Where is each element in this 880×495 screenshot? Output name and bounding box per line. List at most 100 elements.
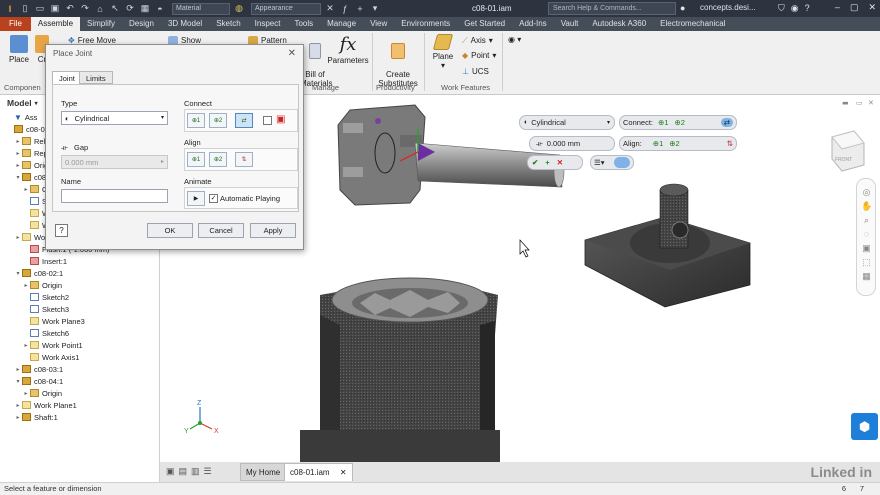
mini-more-button[interactable] bbox=[614, 157, 630, 168]
expand-toggle-icon[interactable]: ▾ bbox=[14, 378, 22, 385]
browser-tree-node[interactable]: Sketch6 bbox=[0, 327, 159, 339]
mini-align-1-button[interactable]: ⊕1 bbox=[653, 139, 663, 148]
panel-label-component[interactable]: Componen bbox=[4, 83, 41, 92]
viewport-restore-icon[interactable]: ▭ bbox=[856, 99, 863, 107]
tile-icon[interactable]: ▣ bbox=[166, 466, 175, 477]
tab-add-ins[interactable]: Add-Ins bbox=[512, 17, 554, 31]
viewcube[interactable]: FRONT bbox=[831, 130, 865, 172]
redo-icon[interactable]: ↷ bbox=[79, 3, 91, 15]
expand-toggle-icon[interactable]: ▸ bbox=[22, 186, 30, 193]
tab-simplify[interactable]: Simplify bbox=[80, 17, 122, 31]
pan-icon[interactable]: ✋ bbox=[861, 199, 872, 213]
save-icon[interactable]: ▣ bbox=[49, 3, 61, 15]
browser-tree-node[interactable]: Work Plane3 bbox=[0, 315, 159, 327]
window-list-icon[interactable]: ☰ bbox=[204, 466, 212, 477]
mini-connect-1-button[interactable]: ⊕1 bbox=[658, 118, 668, 127]
app-logo-icon[interactable]: I bbox=[4, 3, 16, 15]
place-button[interactable]: Place bbox=[6, 35, 32, 64]
a360-share-icon[interactable]: ⬢ bbox=[851, 413, 878, 440]
ribbon-options-button[interactable]: ◉ ▾ bbox=[508, 35, 521, 44]
measure-icon[interactable]: ▦ bbox=[139, 3, 151, 15]
tab-view[interactable]: View bbox=[363, 17, 394, 31]
tab-environments[interactable]: Environments bbox=[394, 17, 457, 31]
panel-label-manage[interactable]: Manage bbox=[312, 83, 339, 92]
look-at-icon[interactable]: ▣ bbox=[861, 241, 872, 255]
mini-gap-input[interactable]: ⟛ 0.000 mm bbox=[529, 136, 615, 151]
tab-my-home[interactable]: My Home bbox=[240, 463, 287, 481]
tab-file[interactable]: File bbox=[0, 17, 31, 31]
user-account[interactable]: concepts.desi... bbox=[700, 3, 756, 12]
tab-manage[interactable]: Manage bbox=[320, 17, 363, 31]
apply-plus-icon[interactable]: + bbox=[545, 158, 549, 167]
expand-toggle-icon[interactable]: ▸ bbox=[22, 282, 30, 289]
viewport-minimize-icon[interactable]: ▬ bbox=[842, 99, 849, 107]
lock-checkbox[interactable] bbox=[263, 116, 272, 125]
expand-toggle-icon[interactable]: ▸ bbox=[14, 234, 22, 241]
a360-icon[interactable]: ◉ bbox=[791, 3, 799, 14]
material-combo[interactable]: Material bbox=[172, 2, 230, 15]
name-input[interactable] bbox=[61, 189, 168, 203]
base-bracket-part[interactable] bbox=[584, 183, 751, 308]
align-1-button[interactable]: ⊕ 1 bbox=[187, 152, 205, 167]
browser-tree-node[interactable]: ▸ c08-03:1 bbox=[0, 363, 159, 375]
browser-tree-node[interactable]: ▸ Work Point1 bbox=[0, 339, 159, 351]
connect-origin-1-button[interactable]: ⊕ 1 bbox=[187, 113, 205, 128]
ok-button[interactable]: OK bbox=[147, 223, 193, 238]
create-substitutes-button[interactable]: Create Substitutes bbox=[377, 34, 419, 88]
ok-check-icon[interactable]: ✔ bbox=[532, 158, 538, 167]
expand-toggle-icon[interactable]: ▸ bbox=[14, 402, 22, 409]
browser-tree-node[interactable]: ▾ c08-02:1 bbox=[0, 267, 159, 279]
tab-c08-01[interactable]: c08-01.iam ✕ bbox=[284, 463, 353, 481]
expand-toggle-icon[interactable]: ▸ bbox=[22, 342, 30, 349]
tab-inspect[interactable]: Inspect bbox=[248, 17, 288, 31]
type-dropdown[interactable]: ◐ Cylindrical ▾ bbox=[61, 111, 168, 125]
zoom-icon[interactable]: ⌕ bbox=[861, 213, 872, 227]
expand-toggle-icon[interactable]: ▾ bbox=[14, 270, 22, 277]
point-button[interactable]: ◆ Point ▾ bbox=[462, 51, 496, 60]
tab-3d-model[interactable]: 3D Model bbox=[161, 17, 209, 31]
apply-button[interactable]: Apply bbox=[250, 223, 296, 238]
add-icon[interactable]: + bbox=[354, 3, 366, 15]
orbit-icon[interactable]: ◌ bbox=[861, 227, 872, 241]
parameters-button[interactable]: fx Parameters bbox=[326, 34, 370, 65]
help-icon[interactable]: ? bbox=[805, 3, 810, 14]
update-icon[interactable]: ⟳ bbox=[124, 3, 136, 15]
help-search-input[interactable]: Search Help & Commands... bbox=[548, 2, 676, 15]
connect-origin-2-button[interactable]: ⊕ 2 bbox=[209, 113, 227, 128]
expand-toggle-icon[interactable]: ▸ bbox=[14, 150, 22, 157]
mini-flip-button[interactable]: ⇄ bbox=[720, 118, 733, 127]
appearance-combo[interactable]: Appearance bbox=[251, 2, 321, 15]
fx-icon[interactable]: ƒ bbox=[339, 3, 351, 15]
mini-align-flip-button[interactable]: ⇅ bbox=[727, 139, 733, 148]
tab-sketch[interactable]: Sketch bbox=[209, 17, 247, 31]
undo-icon[interactable]: ↶ bbox=[64, 3, 76, 15]
browser-tree-node[interactable]: ▸ Work Plane1 bbox=[0, 399, 159, 411]
dialog-close-icon[interactable]: ✕ bbox=[288, 48, 296, 59]
view-face-icon[interactable]: ⬚ bbox=[861, 255, 872, 269]
browser-tree-node[interactable]: ▸ Origin bbox=[0, 387, 159, 399]
tab-assemble[interactable]: Assemble bbox=[30, 17, 81, 31]
maximize-icon[interactable]: ▢ bbox=[850, 2, 859, 13]
browser-tree-node[interactable]: Sketch3 bbox=[0, 303, 159, 315]
browser-tree-node[interactable]: Insert:1 bbox=[0, 255, 159, 267]
plane-button[interactable]: Plane ▾ bbox=[430, 34, 456, 70]
clear-override-icon[interactable]: ✕ bbox=[324, 3, 336, 15]
mini-options-icon[interactable]: ☰▾ bbox=[594, 158, 605, 167]
axis-button[interactable]: ⟋ Axis ▾ bbox=[462, 36, 493, 45]
panel-label-work-features[interactable]: Work Features bbox=[441, 83, 490, 92]
cancel-x-icon[interactable]: ✕ bbox=[557, 158, 563, 167]
mini-align-2-button[interactable]: ⊕2 bbox=[669, 139, 679, 148]
tab-close-icon[interactable]: ✕ bbox=[340, 468, 347, 477]
viewport-close-icon[interactable]: ✕ bbox=[868, 99, 874, 107]
open-folder-icon[interactable]: ▭ bbox=[34, 3, 46, 15]
browser-tree-node[interactable]: Work Axis1 bbox=[0, 351, 159, 363]
select-icon[interactable]: ↖ bbox=[109, 3, 121, 15]
tab-joint[interactable]: Joint bbox=[52, 71, 82, 84]
tab-tools[interactable]: Tools bbox=[287, 17, 320, 31]
arrange-icon[interactable]: ▥ bbox=[191, 466, 200, 477]
flip-component-button[interactable]: ⇄ bbox=[235, 113, 253, 128]
expand-toggle-icon[interactable]: ▸ bbox=[14, 414, 22, 421]
cancel-button[interactable]: Cancel bbox=[198, 223, 244, 238]
panel-label-productivity[interactable]: Productivity bbox=[376, 83, 415, 92]
browser-dropdown-icon[interactable]: ▾ bbox=[35, 100, 38, 107]
